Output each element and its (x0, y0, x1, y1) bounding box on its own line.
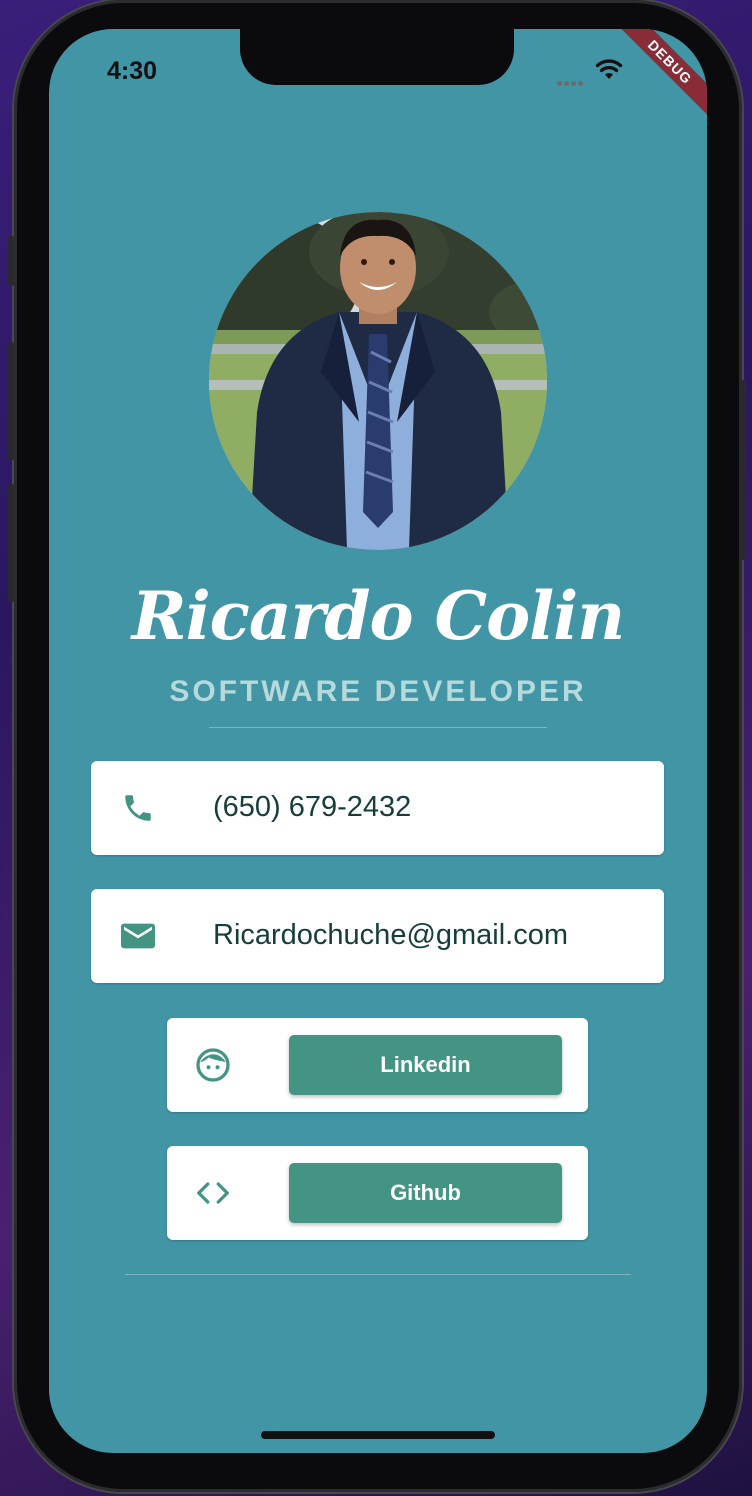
home-indicator[interactable] (261, 1431, 495, 1439)
power-button (740, 380, 746, 560)
volume-up-button (8, 342, 14, 460)
profile-avatar (209, 212, 547, 550)
email-icon (121, 923, 155, 949)
phone-number: (650) 679-2432 (213, 791, 412, 823)
phone-card[interactable]: (650) 679-2432 (91, 761, 664, 855)
linkedin-button[interactable]: Linkedin (289, 1035, 562, 1095)
bottom-divider (125, 1274, 631, 1275)
email-card[interactable]: Ricardochuche@gmail.com (91, 889, 664, 983)
face-icon (196, 1048, 230, 1082)
phone-icon (125, 795, 151, 821)
email-address: Ricardochuche@gmail.com (213, 919, 569, 951)
linkedin-card: Linkedin (167, 1018, 588, 1112)
code-icon (197, 1182, 229, 1204)
signal-icon (557, 71, 589, 86)
profile-name: Ricardo Colin (131, 577, 625, 655)
volume-down-button (8, 484, 14, 602)
divider (209, 727, 547, 728)
notch (240, 29, 514, 85)
status-time: 4:30 (107, 57, 158, 85)
profile-title: SOFTWARE DEVELOPER (169, 675, 587, 708)
app-screen: 4:30 DEBUG Ricardo Colin SOFTWARE DEVELO… (49, 29, 707, 1453)
wifi-icon (595, 59, 623, 79)
mute-switch (8, 236, 14, 286)
github-button[interactable]: Github (289, 1163, 562, 1223)
github-card: Github (167, 1146, 588, 1240)
